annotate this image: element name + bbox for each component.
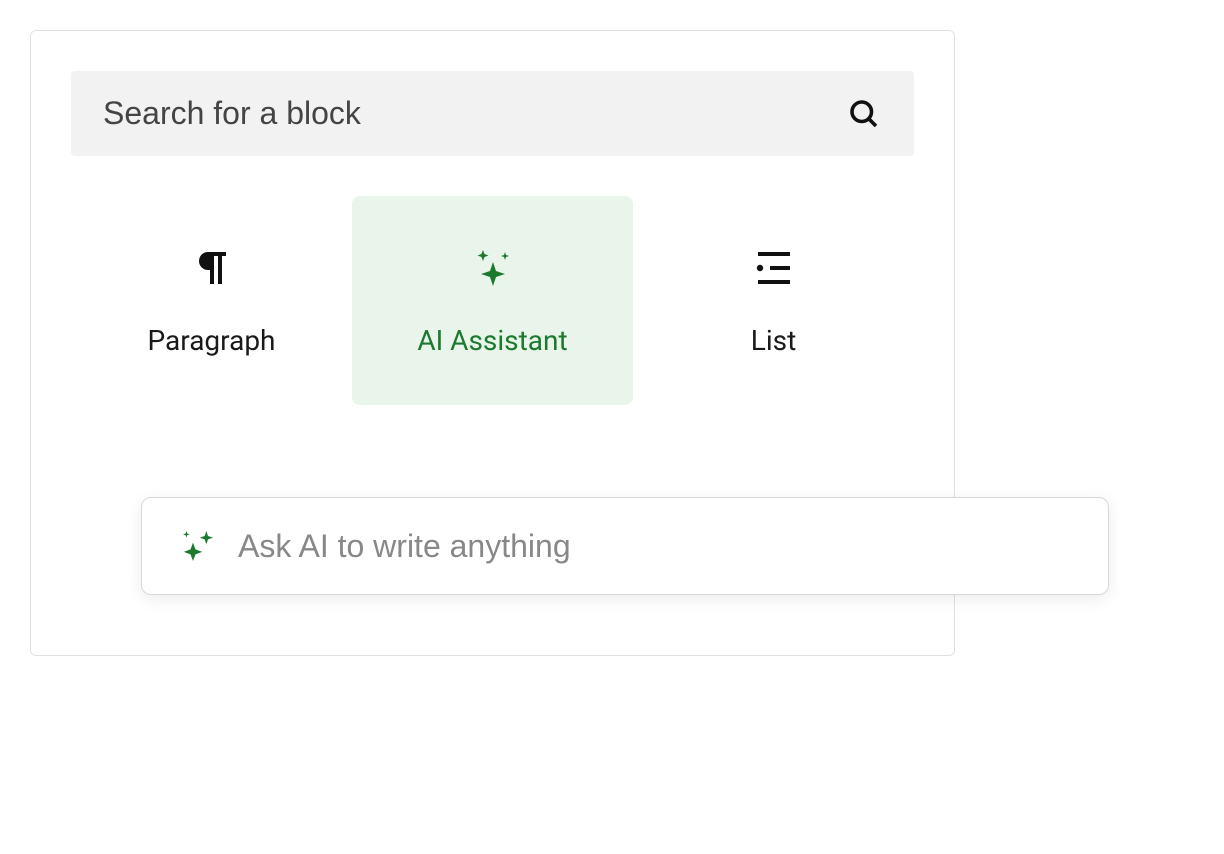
block-label-list: List: [751, 324, 797, 357]
ai-prompt-input[interactable]: [238, 528, 1072, 565]
search-icon[interactable]: [846, 96, 882, 132]
block-type-grid: Paragraph AI Assistant Li: [71, 196, 914, 405]
ai-prompt-bar[interactable]: [141, 497, 1109, 595]
list-icon: [750, 244, 798, 292]
block-inserter-panel: Paragraph AI Assistant Li: [30, 30, 955, 656]
block-item-paragraph[interactable]: Paragraph: [71, 196, 352, 405]
block-search-input[interactable]: [103, 95, 846, 132]
block-item-list[interactable]: List: [633, 196, 914, 405]
block-label-paragraph: Paragraph: [148, 324, 276, 357]
block-label-ai-assistant: AI Assistant: [417, 324, 567, 357]
sparkle-icon: [469, 244, 517, 292]
block-search-bar: [71, 71, 914, 156]
block-item-ai-assistant[interactable]: AI Assistant: [352, 196, 633, 405]
sparkle-icon: [178, 526, 218, 566]
paragraph-icon: [188, 244, 236, 292]
